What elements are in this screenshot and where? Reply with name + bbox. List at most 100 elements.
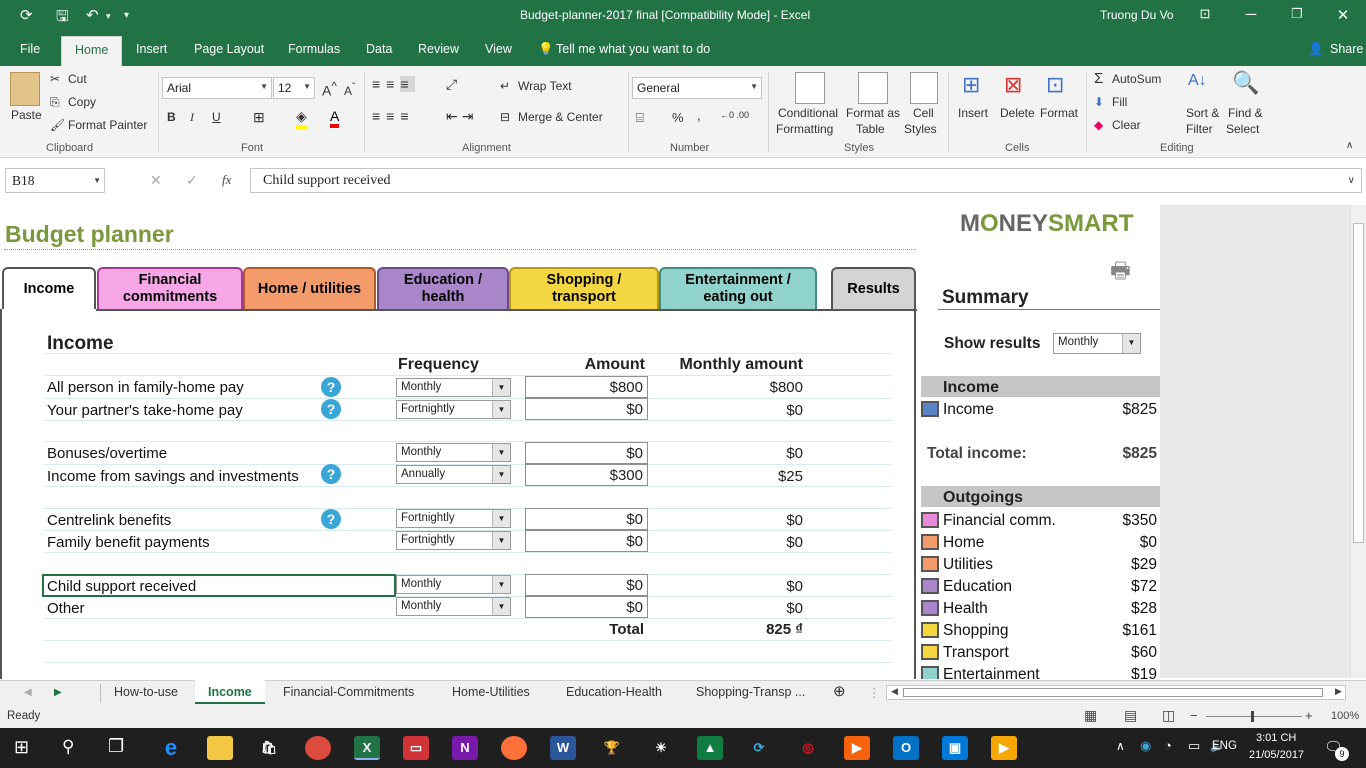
copy-icon[interactable]: ⎘: [50, 95, 60, 110]
sheet-tab-how-to-use[interactable]: How-to-use: [114, 685, 178, 699]
frequency-select[interactable]: Fortnightly ▼: [396, 531, 511, 550]
ribbon-display-icon[interactable]: ⊡: [1182, 6, 1228, 22]
enter-icon[interactable]: ✓: [186, 172, 198, 189]
cut-button[interactable]: Cut: [68, 72, 87, 86]
save-icon[interactable]: 🖫: [56, 6, 69, 31]
amount-input[interactable]: $0: [525, 574, 648, 596]
merge-icon[interactable]: ⊟: [500, 110, 510, 124]
orientation-icon[interactable]: ⤢: [446, 76, 457, 93]
clock-time[interactable]: 3:01 CH: [1256, 732, 1296, 744]
format-painter-icon[interactable]: 🖌: [50, 118, 65, 132]
tab-entertainment[interactable]: Entertainment / eating out: [659, 267, 817, 309]
insert-cells-icon[interactable]: ⊞: [962, 72, 980, 98]
frequency-select[interactable]: Monthly ▼: [396, 575, 511, 594]
autosave-icon[interactable]: ⟳: [20, 6, 33, 24]
percent-button[interactable]: %: [672, 110, 684, 125]
amount-input[interactable]: $0: [525, 398, 648, 420]
cancel-icon[interactable]: ✕: [150, 172, 162, 189]
sync-icon[interactable]: ⟳: [746, 736, 772, 760]
format-painter-button[interactable]: Format Painter: [68, 118, 147, 132]
firefox-icon[interactable]: [501, 736, 527, 760]
vertical-align-icons[interactable]: ≡≡≡: [372, 76, 415, 92]
tell-me-search[interactable]: Tell me what you want to do: [556, 42, 710, 56]
task-view-icon[interactable]: ❐: [108, 736, 124, 757]
underline-button[interactable]: U: [212, 110, 221, 124]
amount-input[interactable]: $0: [525, 442, 648, 464]
paste-button[interactable]: Paste: [11, 108, 42, 122]
insert-button[interactable]: Insert: [958, 106, 988, 120]
tab-review[interactable]: Review: [418, 42, 459, 56]
scroll-tabs-right-icon[interactable]: ▶: [54, 687, 62, 698]
help-icon[interactable]: ?: [321, 464, 341, 484]
format-as-table-label-1[interactable]: Format as: [846, 106, 900, 120]
word-icon[interactable]: W: [550, 736, 576, 760]
wrap-text-button[interactable]: Wrap Text: [518, 79, 572, 93]
tab-view[interactable]: View: [485, 42, 512, 56]
battery-icon[interactable]: ▭: [1188, 738, 1200, 754]
clear-button[interactable]: Clear: [1112, 118, 1141, 132]
delete-cells-icon[interactable]: ⊠: [1004, 72, 1022, 98]
tab-data[interactable]: Data: [366, 42, 392, 56]
edge-icon[interactable]: e: [158, 736, 184, 760]
autosum-button[interactable]: AutoSum: [1112, 72, 1161, 86]
conditional-formatting-label-2[interactable]: Formatting: [776, 122, 833, 136]
language-indicator[interactable]: ENG: [1212, 740, 1237, 752]
tab-home[interactable]: Home: [61, 36, 123, 66]
conditional-formatting-icon[interactable]: [795, 72, 825, 104]
format-button[interactable]: Format: [1040, 106, 1078, 120]
frequency-select[interactable]: Fortnightly ▼: [396, 400, 511, 419]
cut-icon[interactable]: ✂: [50, 72, 60, 86]
tab-financial-commitments[interactable]: Financial commitments: [97, 267, 243, 309]
search-icon[interactable]: ⚲: [62, 737, 74, 757]
user-name[interactable]: Truong Du Vo: [1100, 8, 1174, 22]
restore-icon[interactable]: ❐: [1274, 6, 1320, 22]
cell-styles-label-2[interactable]: Styles: [904, 122, 937, 136]
minimize-icon[interactable]: ─: [1228, 6, 1274, 23]
trophy-icon[interactable]: 🏆: [599, 736, 625, 760]
fill-color-icon[interactable]: ◈: [296, 108, 307, 129]
decimal-icons[interactable]: ←0 .00: [720, 110, 749, 120]
onenote-icon[interactable]: N: [452, 736, 478, 760]
sort-filter-label-2[interactable]: Filter: [1186, 122, 1213, 136]
font-name-select[interactable]: Arial ▼: [162, 77, 272, 99]
undo-icon[interactable]: ↶: [86, 6, 99, 24]
help-icon[interactable]: ?: [321, 399, 341, 419]
scroll-right-icon[interactable]: ▶: [1335, 686, 1342, 697]
tab-insert[interactable]: Insert: [136, 42, 167, 56]
comma-button[interactable]: ,: [697, 108, 701, 123]
font-color-icon[interactable]: A: [330, 108, 340, 128]
cell-styles-label-1[interactable]: Cell: [913, 106, 934, 120]
new-sheet-icon[interactable]: ⊕: [833, 682, 846, 700]
sheet-tab-shopping[interactable]: Shopping-Transp ...: [696, 685, 805, 699]
font-size-select[interactable]: 12 ▼: [273, 77, 315, 99]
tab-formulas[interactable]: Formulas: [288, 42, 340, 56]
collapse-ribbon-icon[interactable]: ∧: [1346, 140, 1353, 151]
share-icon[interactable]: 👤: [1308, 42, 1324, 57]
tab-file[interactable]: File: [20, 42, 40, 56]
format-as-table-label-2[interactable]: Table: [856, 122, 885, 136]
chart-app-icon[interactable]: ▲: [697, 736, 723, 760]
sort-filter-label-1[interactable]: Sort &: [1186, 106, 1219, 120]
brightness-icon[interactable]: ☀: [648, 736, 674, 760]
share-button[interactable]: Share: [1330, 42, 1363, 56]
close-icon[interactable]: ✕: [1320, 6, 1366, 24]
formula-input[interactable]: Child support received ∨: [250, 168, 1362, 193]
accounting-icon[interactable]: ⌸: [636, 110, 644, 126]
splitter-icon[interactable]: ⋮: [868, 685, 881, 700]
tab-education-health[interactable]: Education / health: [377, 267, 509, 309]
amount-input[interactable]: $0: [525, 596, 648, 618]
find-select-label-2[interactable]: Select: [1226, 122, 1259, 136]
vertical-scrollbar[interactable]: [1350, 205, 1366, 678]
function-icon[interactable]: fx: [222, 172, 231, 188]
scroll-tabs-left-icon[interactable]: ◀: [24, 687, 32, 698]
store-icon[interactable]: 🛍: [256, 736, 282, 760]
sheet-tab-financial[interactable]: Financial-Commitments: [283, 685, 414, 699]
fill-icon[interactable]: ⬇: [1094, 95, 1104, 109]
zoom-slider-thumb[interactable]: [1251, 711, 1254, 722]
tab-shopping-transport[interactable]: Shopping / transport: [509, 267, 659, 309]
wrap-text-icon[interactable]: ↵: [500, 79, 510, 93]
app-icon[interactable]: ▣: [942, 736, 968, 760]
start-icon[interactable]: ⊞: [14, 737, 29, 758]
italic-button[interactable]: I: [190, 110, 194, 125]
merge-center-button[interactable]: Merge & Center: [518, 110, 603, 124]
